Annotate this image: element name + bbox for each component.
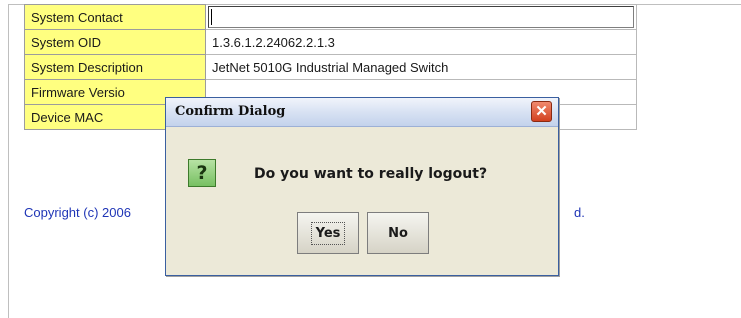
no-button[interactable]: No <box>367 212 429 254</box>
copyright-text: Copyright (c) 2006 <box>24 205 131 220</box>
system-oid-label: System OID <box>24 29 206 55</box>
close-button[interactable]: ✕ <box>531 101 552 122</box>
dialog-titlebar[interactable]: Confirm Dialog ✕ <box>166 98 558 127</box>
system-contact-input[interactable] <box>208 6 634 28</box>
question-icon: ? <box>188 159 216 187</box>
confirm-dialog: Confirm Dialog ✕ ? Do you want to really… <box>165 97 559 276</box>
question-glyph: ? <box>196 162 208 184</box>
copyright-visible-text: Copyright (c) 2006 <box>24 205 131 220</box>
page-frame-left <box>8 4 9 318</box>
table-row: System Description JetNet 5010G Industri… <box>24 54 637 80</box>
dialog-message: Do you want to really logout? <box>254 166 488 182</box>
close-icon: ✕ <box>535 103 548 120</box>
dialog-title: Confirm Dialog <box>175 104 286 119</box>
system-oid-value: 1.3.6.1.2.24062.2.1.3 <box>205 29 637 55</box>
no-button-label: No <box>388 225 408 241</box>
system-description-label: System Description <box>24 54 206 80</box>
system-contact-label: System Contact <box>24 4 206 30</box>
table-row: System OID 1.3.6.1.2.24062.2.1.3 <box>24 29 637 55</box>
system-contact-cell <box>205 4 637 30</box>
table-row: System Contact <box>24 4 637 30</box>
text-caret <box>211 9 212 25</box>
yes-button[interactable]: Yes <box>297 212 359 254</box>
copyright-text-tail: d. <box>574 205 585 220</box>
yes-button-label: Yes <box>310 221 346 245</box>
system-description-value: JetNet 5010G Industrial Managed Switch <box>205 54 637 80</box>
